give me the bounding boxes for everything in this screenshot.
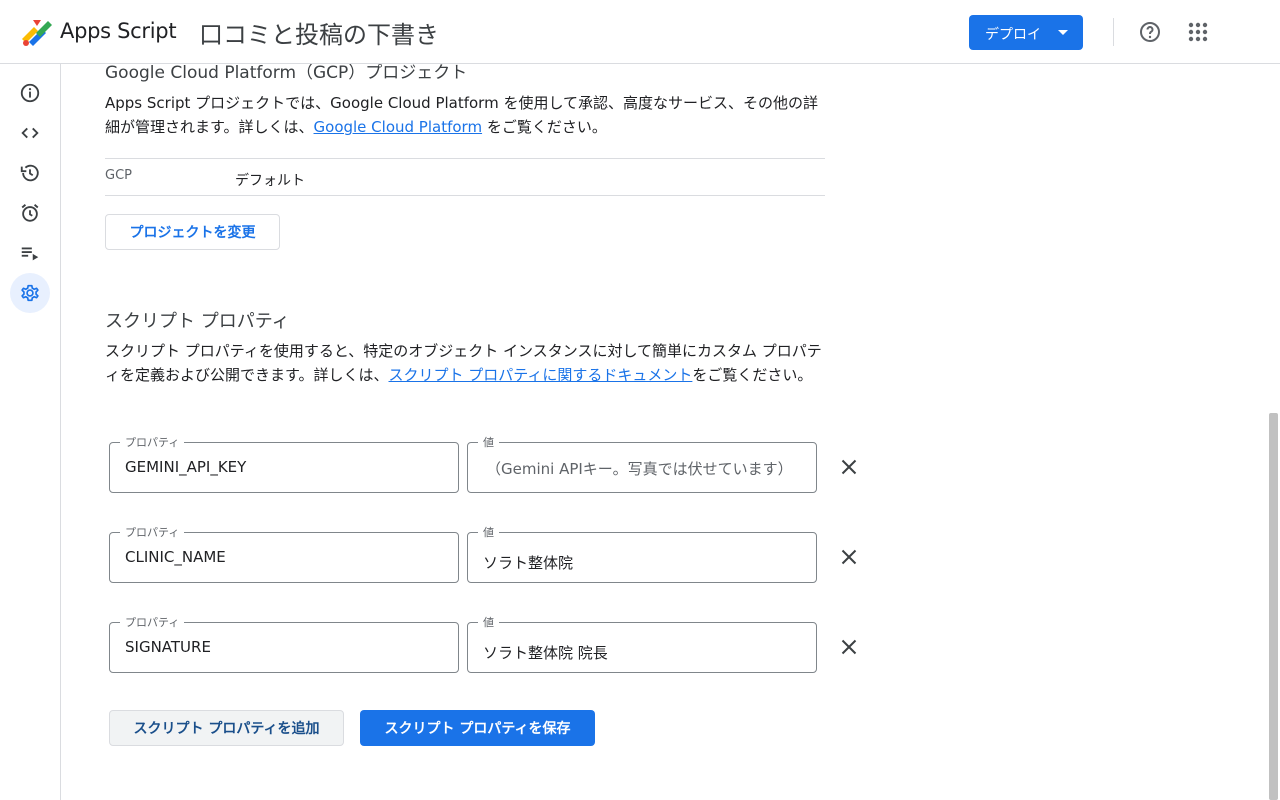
settings-content: Google Cloud Platform（GCP）プロジェクト Apps Sc… xyxy=(61,64,1266,800)
history-icon xyxy=(20,164,39,182)
gcp-row-label: GCP xyxy=(105,168,132,183)
gcp-description: Apps Script プロジェクトでは、Google Cloud Platfo… xyxy=(105,91,829,139)
app-name[interactable]: Apps Script xyxy=(60,19,177,43)
property-field-label: プロパティ xyxy=(120,524,185,540)
property-value-text[interactable]: ソラト整体院 院長 xyxy=(483,642,608,663)
nav-history[interactable] xyxy=(10,153,50,193)
gear-icon xyxy=(21,284,39,302)
nav-triggers[interactable] xyxy=(10,193,50,233)
change-project-button[interactable]: プロジェクトを変更 xyxy=(105,214,280,250)
close-icon[interactable] xyxy=(837,545,861,569)
code-icon xyxy=(21,127,39,139)
top-app-bar: Apps Script 口コミと投稿の下書き デプロイ xyxy=(0,0,1280,64)
project-title[interactable]: 口コミと投稿の下書き xyxy=(199,15,439,50)
property-key-value[interactable]: GEMINI_API_KEY xyxy=(125,458,246,476)
property-value-field[interactable]: 値 ソラト整体院 院長 xyxy=(467,614,817,673)
left-nav-rail xyxy=(0,64,61,800)
script-properties-docs-link[interactable]: スクリプト プロパティに関するドキュメント xyxy=(389,366,693,384)
scrollbar-thumb[interactable] xyxy=(1269,413,1278,800)
info-icon xyxy=(20,83,40,103)
header-divider xyxy=(1113,18,1114,46)
gcp-description-suffix: をご覧ください。 xyxy=(482,118,607,136)
property-field-label: プロパティ xyxy=(120,434,185,450)
property-key-field[interactable]: プロパティ SIGNATURE xyxy=(109,614,459,673)
caret-down-icon[interactable] xyxy=(1058,30,1068,35)
alarm-icon xyxy=(21,204,39,222)
nav-editor[interactable] xyxy=(10,113,50,153)
playlist-icon xyxy=(21,247,39,261)
nav-executions[interactable] xyxy=(10,233,50,273)
nav-project-settings[interactable] xyxy=(10,273,50,313)
script-properties-description-suffix: をご覧ください。 xyxy=(692,366,813,384)
save-script-properties-button[interactable]: スクリプト プロパティを保存 xyxy=(360,710,595,746)
value-field-label: 値 xyxy=(478,524,499,540)
property-value-text[interactable]: （Gemini APIキー。写真では伏せています） xyxy=(486,458,793,479)
property-field-label: プロパティ xyxy=(120,614,185,630)
gcp-table-top-divider xyxy=(105,158,825,159)
property-key-value[interactable]: CLINIC_NAME xyxy=(125,548,226,566)
script-properties-heading: スクリプト プロパティ xyxy=(105,311,290,332)
property-value-field[interactable]: 値 （Gemini APIキー。写真では伏せています） xyxy=(467,434,817,493)
gcp-row-value: デフォルト xyxy=(235,173,305,189)
close-icon[interactable] xyxy=(837,455,861,479)
close-icon[interactable] xyxy=(837,635,861,659)
property-key-field[interactable]: プロパティ CLINIC_NAME xyxy=(109,524,459,583)
nav-overview[interactable] xyxy=(10,73,50,113)
deploy-button[interactable]: デプロイ xyxy=(969,15,1083,50)
help-icon[interactable] xyxy=(1138,20,1162,44)
apps-script-logo-icon[interactable] xyxy=(20,17,54,47)
gcp-section-heading: Google Cloud Platform（GCP）プロジェクト xyxy=(105,64,468,83)
gcp-table-bottom-divider xyxy=(105,195,825,196)
deploy-button-label: デプロイ xyxy=(985,27,1041,43)
value-field-label: 値 xyxy=(478,434,499,450)
property-value-text[interactable]: ソラト整体院 xyxy=(483,552,573,573)
script-properties-description: スクリプト プロパティを使用すると、特定のオブジェクト インスタンスに対して簡単… xyxy=(105,339,829,387)
property-key-value[interactable]: SIGNATURE xyxy=(125,638,211,656)
add-script-property-button[interactable]: スクリプト プロパティを追加 xyxy=(109,710,344,746)
property-key-field[interactable]: プロパティ GEMINI_API_KEY xyxy=(109,434,459,493)
apps-grid-icon[interactable] xyxy=(1186,20,1210,44)
property-value-field[interactable]: 値 ソラト整体院 xyxy=(467,524,817,583)
gcp-docs-link[interactable]: Google Cloud Platform xyxy=(314,118,483,136)
value-field-label: 値 xyxy=(478,614,499,630)
